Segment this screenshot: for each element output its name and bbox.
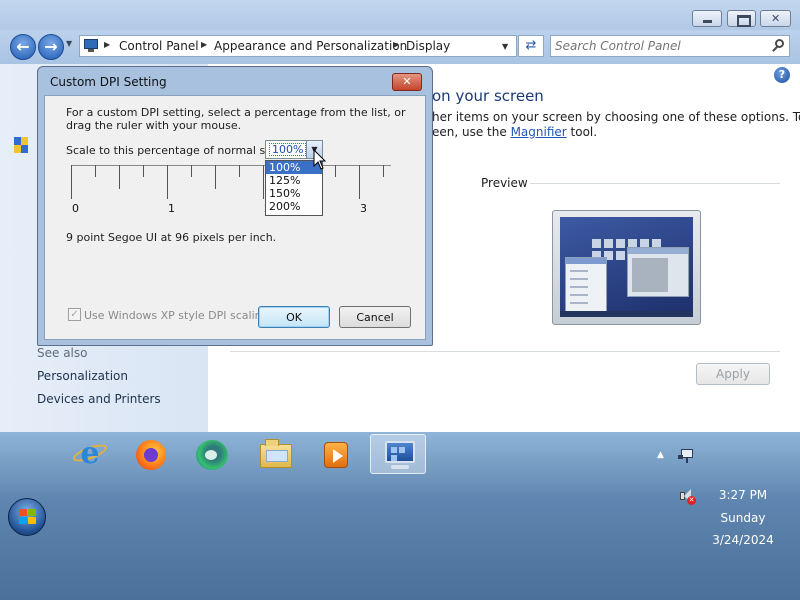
show-hidden-icons-arrow[interactable]: ▲ [657, 450, 664, 460]
personalization-link[interactable]: Personalization [37, 369, 128, 383]
instruction-line-2: drag the ruler with your mouse. [66, 119, 242, 132]
ruler-major-tick [359, 165, 360, 199]
breadcrumb-appearance[interactable]: Appearance and Personalization [214, 39, 407, 53]
see-also-heading: See also [37, 346, 88, 360]
dpi-ruler[interactable]: 0 1 2 3 [71, 165, 391, 215]
search-icon[interactable] [771, 39, 785, 53]
preview-monitor-image [552, 210, 701, 325]
scale-option-200[interactable]: 200% [266, 200, 322, 213]
ruler-minor-tick [215, 165, 216, 189]
description-text: tool. [570, 125, 598, 139]
scale-option-150[interactable]: 150% [266, 187, 322, 200]
close-button[interactable] [760, 10, 791, 27]
clock-date[interactable]: 3/24/2024 [698, 533, 788, 547]
ruler-minor-tick [191, 165, 192, 177]
windows-explorer-icon[interactable] [247, 434, 303, 474]
instruction-line-1: For a custom DPI setting, select a perce… [66, 106, 406, 119]
ruler-minor-tick [119, 165, 120, 189]
internet-explorer-icon[interactable]: e [61, 434, 117, 474]
divider [230, 351, 780, 352]
chevron-right-icon[interactable]: ▶ [393, 40, 399, 49]
ok-button[interactable]: OK [258, 306, 330, 328]
scale-selected-value[interactable]: 100% [269, 143, 307, 156]
ruler-major-tick [263, 165, 264, 199]
maximize-button[interactable] [727, 10, 756, 27]
volume-muted-icon[interactable]: ✕ [678, 488, 696, 506]
ruler-minor-tick [95, 165, 96, 177]
ruler-number: 0 [72, 202, 79, 215]
ruler-major-tick [167, 165, 168, 199]
edge-icon[interactable] [184, 434, 240, 474]
address-bar[interactable]: ▶ Control Panel ▶ Appearance and Persona… [79, 35, 517, 57]
scale-option-125[interactable]: 125% [266, 174, 322, 187]
recent-pages-dropdown[interactable]: ▼ [66, 39, 72, 48]
description-line-1: her items on your screen by choosing one… [432, 110, 800, 124]
devices-and-printers-link[interactable]: Devices and Printers [37, 392, 161, 406]
search-input[interactable] [555, 38, 765, 54]
custom-dpi-dialog: Custom DPI Setting ✕ For a custom DPI se… [37, 66, 433, 346]
scale-label: Scale to this percentage of normal size: [66, 144, 285, 157]
ruler-number: 1 [168, 202, 175, 215]
ruler-number: 3 [360, 202, 367, 215]
font-info-text: 9 point Segoe UI at 96 pixels per inch. [66, 231, 277, 244]
magnifier-link[interactable]: Magnifier [511, 125, 567, 139]
control-panel-icon [83, 39, 99, 52]
breadcrumb-display[interactable]: Display [406, 39, 450, 53]
xp-style-checkbox[interactable]: ✓ [68, 308, 81, 321]
xp-style-checkbox-label: Use Windows XP style DPI scaling [84, 309, 269, 322]
clock-time[interactable]: 3:27 PM [698, 488, 788, 502]
minimize-button[interactable] [692, 10, 722, 27]
chevron-right-icon[interactable]: ▶ [104, 40, 110, 49]
title-bar [0, 0, 800, 30]
address-dropdown-icon[interactable]: ▼ [502, 42, 508, 51]
ruler-major-tick [71, 165, 72, 199]
description-line-2: een, use the Magnifier tool. [432, 125, 597, 139]
help-icon[interactable]: ? [774, 67, 790, 83]
network-icon[interactable] [678, 447, 696, 465]
search-box[interactable] [550, 35, 790, 57]
preview-label: Preview [481, 176, 528, 190]
mouse-cursor-icon [313, 149, 327, 170]
firefox-icon[interactable] [122, 434, 178, 474]
windows-logo-icon [19, 509, 37, 525]
ruler-minor-tick [143, 165, 144, 177]
apply-button[interactable]: Apply [696, 363, 770, 385]
dialog-body: For a custom DPI setting, select a perce… [44, 95, 426, 340]
start-button[interactable] [8, 498, 46, 536]
uac-shield-icon [14, 137, 28, 153]
breadcrumb-control-panel[interactable]: Control Panel [119, 39, 199, 53]
clock-day[interactable]: Sunday [698, 511, 788, 525]
ruler-minor-tick [383, 165, 384, 177]
chevron-right-icon[interactable]: ▶ [201, 40, 207, 49]
page-heading: on your screen [432, 87, 544, 105]
description-text: een, use the [432, 125, 507, 139]
divider [530, 183, 780, 184]
preview-screen [560, 217, 693, 317]
display-control-panel-icon[interactable] [370, 434, 426, 474]
forward-button[interactable]: → [38, 34, 64, 60]
dialog-title: Custom DPI Setting [50, 75, 167, 89]
ruler-minor-tick [239, 165, 240, 177]
refresh-button[interactable]: ⇄ [518, 35, 544, 57]
back-button[interactable]: ← [10, 34, 36, 60]
cancel-button[interactable]: Cancel [339, 306, 411, 328]
ruler-minor-tick [335, 165, 336, 177]
media-player-icon[interactable] [307, 434, 363, 474]
dialog-close-button[interactable]: ✕ [392, 73, 422, 91]
